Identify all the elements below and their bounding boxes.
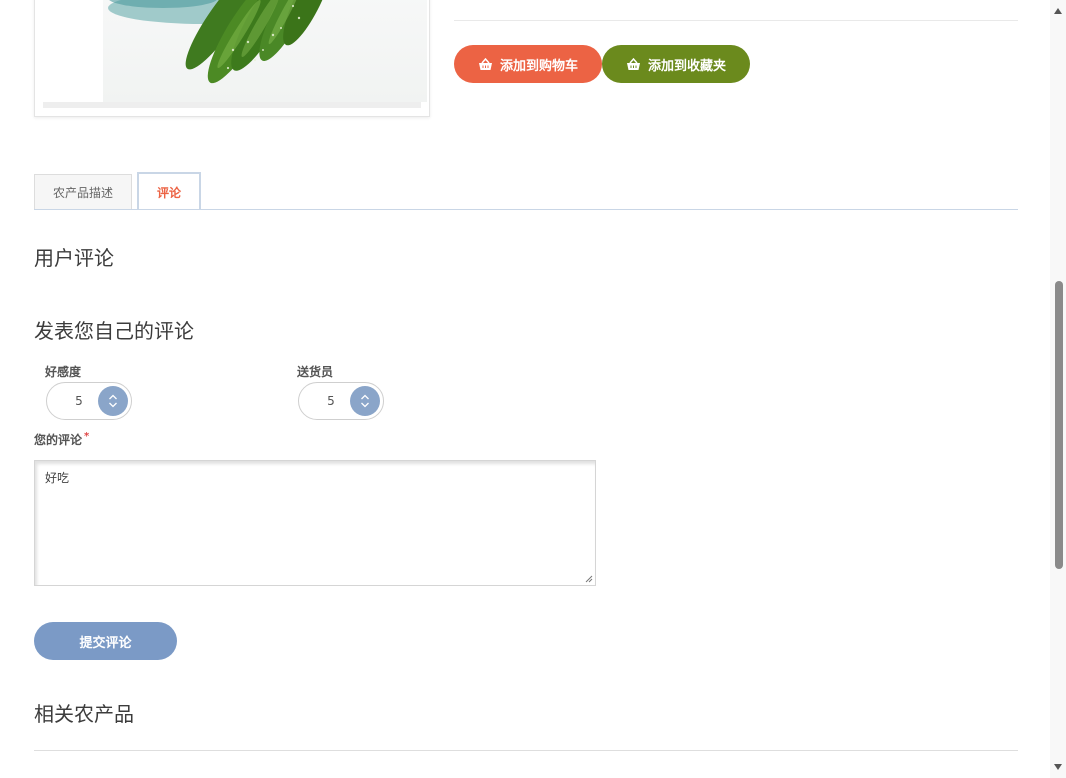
tab-description-label: 农产品描述 [52, 185, 113, 200]
page-scrollbar[interactable] [1050, 0, 1066, 778]
tab-reviews[interactable]: 评论 [137, 172, 201, 210]
scroll-up-arrow-icon[interactable] [1053, 6, 1063, 16]
comment-label: 您的评论 * [34, 431, 89, 448]
add-to-cart-label: 添加到购物车 [499, 58, 578, 74]
tabs-underline [34, 209, 1018, 210]
image-scroll-bar[interactable] [43, 102, 421, 108]
related-products-title: 相关农产品 [34, 702, 134, 726]
submit-review-button[interactable]: 提交评论 [34, 622, 177, 660]
resize-handle-icon[interactable] [585, 575, 593, 583]
product-detail-page: 添加到购物车 添加到收藏夹 农产品描述 评论 用户评论 发表您自己的评论 好感度… [0, 0, 1066, 778]
product-image[interactable] [103, 0, 427, 102]
delivery-stepper[interactable]: 5 [298, 382, 384, 420]
basket-icon [626, 57, 640, 70]
submit-review-label: 提交评论 [79, 635, 132, 651]
scroll-down-arrow-icon[interactable] [1053, 762, 1063, 772]
cucumber-image [108, 0, 333, 84]
write-review-title: 发表您自己的评论 [34, 319, 194, 343]
comment-label-text: 您的评论 [34, 433, 83, 447]
comment-text: 好吃 [45, 471, 70, 485]
delivery-label: 送货员 [297, 365, 334, 379]
divider [454, 20, 1018, 21]
required-mark: * [84, 431, 90, 442]
user-reviews-title: 用户评论 [34, 246, 114, 270]
add-to-cart-button[interactable]: 添加到购物车 [454, 45, 602, 83]
add-to-favorites-label: 添加到收藏夹 [647, 58, 726, 74]
scrollbar-thumb[interactable] [1055, 281, 1063, 569]
add-to-favorites-button[interactable]: 添加到收藏夹 [602, 45, 750, 83]
rating-label: 好感度 [45, 365, 82, 379]
basket-icon [478, 57, 492, 70]
up-down-chevron-icon [361, 394, 369, 408]
tab-description[interactable]: 农产品描述 [34, 174, 132, 209]
up-down-chevron-icon [109, 394, 117, 408]
divider [34, 750, 1018, 751]
rating-stepper[interactable]: 5 [46, 382, 132, 420]
tab-reviews-label: 评论 [156, 185, 181, 200]
rating-spin-button[interactable] [98, 386, 128, 416]
delivery-spin-button[interactable] [350, 386, 380, 416]
comment-textarea[interactable]: 好吃 [34, 460, 596, 586]
product-image-frame [34, 0, 430, 117]
